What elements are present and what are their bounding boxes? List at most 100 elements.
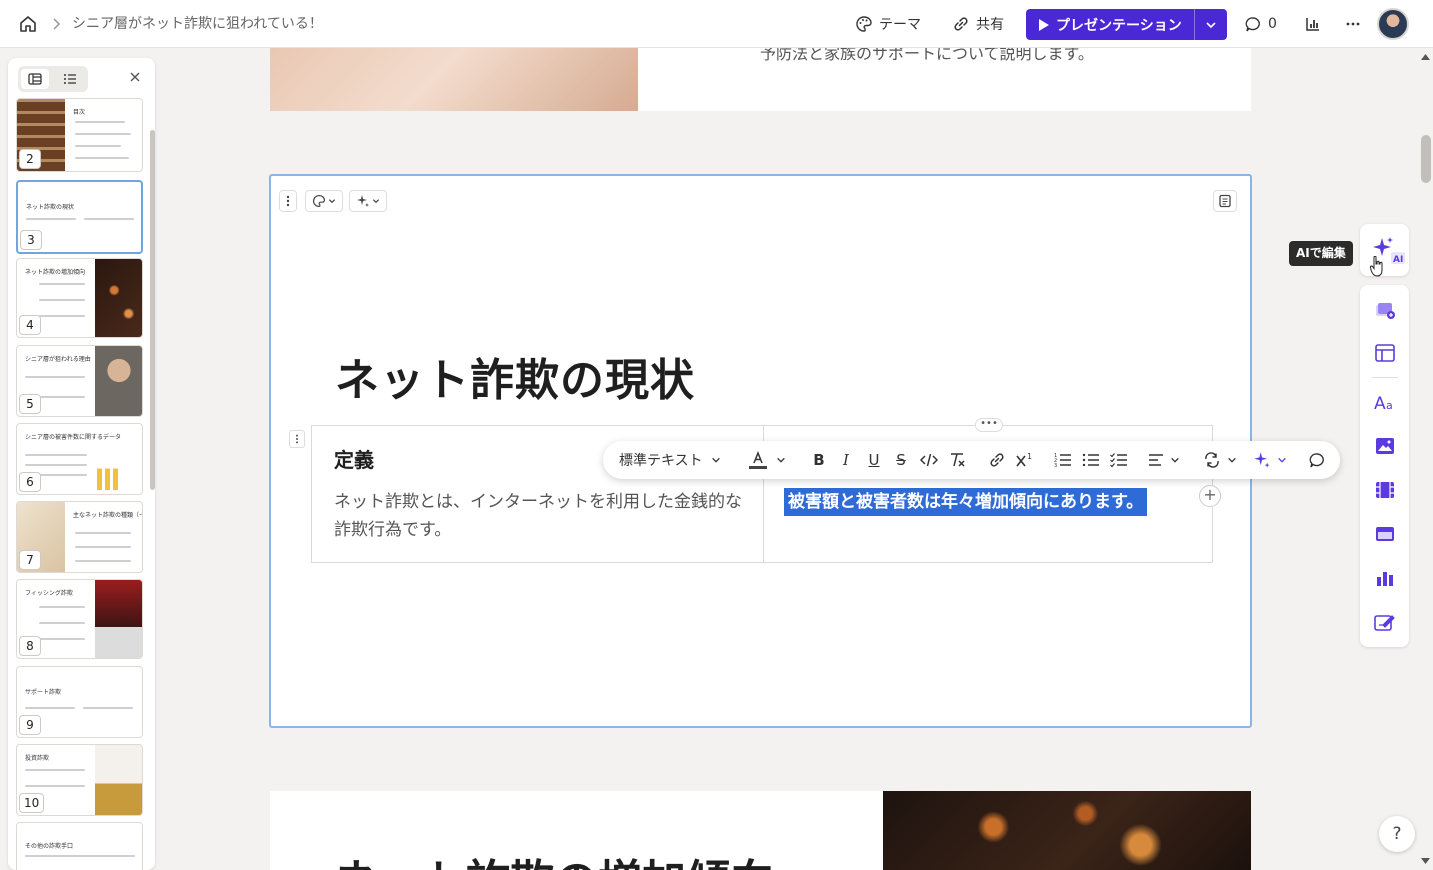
card-style-button[interactable] [305, 190, 343, 212]
present-button[interactable]: プレゼンテーション [1026, 9, 1194, 40]
convert-dropdown[interactable] [1201, 450, 1239, 470]
grid-view-button[interactable] [21, 69, 49, 89]
main-scrollbar[interactable] [1418, 48, 1433, 870]
cell-heading-definition[interactable]: 定義 [334, 444, 374, 473]
slide-title[interactable]: ネット詐欺の現状 [335, 344, 695, 408]
add-column-button[interactable]: + [1199, 485, 1221, 507]
chevron-down-icon [328, 199, 336, 204]
thumbnail-title: 投資詐欺 [25, 755, 50, 762]
close-panel-icon[interactable] [128, 69, 142, 83]
analytics-button[interactable] [1304, 12, 1322, 36]
slide-thumbnail-5[interactable]: シニア層が狙われる理由 5 [16, 345, 143, 417]
italic-icon[interactable]: I [837, 450, 855, 470]
thumbnail-title: フィッシング詐欺 [25, 590, 73, 597]
link-icon[interactable] [986, 450, 1008, 470]
present-options-button[interactable] [1194, 9, 1227, 40]
next-slide-title: ネット詐欺の増加傾向 [334, 845, 774, 870]
slide-number: 6 [19, 472, 41, 492]
chevron-down-icon [1171, 457, 1179, 463]
top-bar: シニア層がネット詐欺に狙われている！ テーマ 共有 プレゼンテーション 0 [0, 0, 1433, 48]
network-image [95, 259, 142, 337]
text-color-dropdown[interactable] [775, 450, 787, 470]
list-view-button[interactable] [56, 69, 84, 89]
card-ai-button[interactable] [349, 190, 387, 212]
svg-text:A: A [1374, 394, 1386, 412]
slide-number: 5 [19, 394, 41, 414]
comments-button[interactable]: 0 [1245, 12, 1277, 36]
cell-body-definition[interactable]: ネット詐欺とは、インターネットを利用した金銭的な詐欺行為です。 [334, 488, 744, 544]
palette-icon [856, 16, 872, 32]
chart-icon[interactable] [1374, 567, 1396, 589]
text-style-icon[interactable]: Aa [1374, 392, 1396, 414]
ai-edit-dropdown[interactable] [1251, 450, 1289, 470]
slide-number: 7 [19, 550, 41, 570]
bullet-list-icon[interactable] [1081, 450, 1101, 470]
text-format-toolbar: 標準テキスト B I U S 1 123 [603, 441, 1340, 479]
share-label: 共有 [976, 17, 1004, 33]
bold-icon[interactable]: B [810, 450, 828, 470]
more-vertical-icon [286, 195, 290, 207]
clear-format-icon[interactable] [947, 450, 967, 470]
svg-text:AI: AI [1393, 255, 1403, 265]
breadcrumb-title[interactable]: シニア層がネット詐欺に狙われている！ [72, 14, 323, 34]
column-handle[interactable]: ••• [975, 418, 1003, 432]
slide-thumbnail-4[interactable]: ネット詐欺の増加傾向 4 [16, 258, 143, 338]
link-icon [954, 17, 968, 31]
phishing-image [95, 580, 142, 658]
selected-text[interactable]: 被害額と被害者数は年々増加傾向にあります。 [784, 488, 1148, 516]
list-icon [64, 74, 76, 84]
block-handle[interactable] [289, 430, 305, 448]
slide-thumbnail-6[interactable]: シニア層の被害件数に関するデータ 6 [16, 423, 143, 495]
slide-number: 8 [19, 636, 41, 656]
comment-count: 0 [1268, 16, 1277, 32]
user-avatar[interactable] [1377, 8, 1409, 40]
next-slide[interactable]: ネット詐欺の増加傾向 [270, 791, 1251, 870]
text-style-label: 標準テキスト [619, 453, 703, 469]
align-dropdown[interactable] [1146, 450, 1182, 470]
superscript-icon[interactable]: 1 [1014, 450, 1036, 470]
ai-edit-button[interactable]: AI [1360, 224, 1409, 276]
scroll-thumb[interactable] [1421, 135, 1431, 183]
comment-icon [1245, 16, 1260, 31]
thumbnail-title: その他の詐欺手口 [25, 843, 74, 850]
theme-button[interactable]: テーマ [855, 12, 921, 36]
slide-thumbnail-11[interactable]: その他の詐欺手口 [16, 822, 143, 870]
home-icon[interactable] [18, 14, 38, 34]
checklist-icon[interactable] [1109, 450, 1129, 470]
slide-thumbnail-2[interactable]: 目次 2 [16, 98, 143, 172]
previous-slide[interactable]: 予防法と家族のサポートについて説明します。 [270, 44, 1251, 111]
slide-thumbnail-3[interactable]: ネット詐欺の現状 3 [16, 180, 143, 254]
slide-number: 9 [19, 715, 41, 735]
panel-scrollbar[interactable] [150, 130, 155, 490]
text-color-button[interactable] [747, 450, 769, 470]
present-button-group: プレゼンテーション [1026, 9, 1227, 40]
slide-thumbnail-10[interactable]: 投資詐欺 10 [16, 744, 143, 816]
comment-icon[interactable] [1306, 450, 1328, 470]
toolbar-divider [1372, 377, 1398, 378]
layout-icon[interactable] [1374, 342, 1396, 364]
video-icon[interactable] [1374, 479, 1396, 501]
slide-thumbnail-7[interactable]: 主なネット詐欺の種類（イントロ） 7 [16, 501, 143, 573]
numbered-list-icon[interactable]: 123 [1053, 450, 1073, 470]
slide-thumbnail-9[interactable]: サポート詐欺 9 [16, 666, 143, 738]
share-button[interactable]: 共有 [952, 12, 1004, 36]
embed-icon[interactable] [1374, 523, 1396, 545]
chevron-down-icon [777, 457, 785, 463]
card-menu-button[interactable] [279, 190, 297, 212]
add-card-icon[interactable] [1374, 299, 1396, 321]
chevron-down-icon [372, 199, 380, 204]
strikethrough-icon[interactable]: S [892, 450, 910, 470]
form-edit-icon[interactable] [1374, 611, 1396, 633]
thumbnail-title: ネット詐欺の現状 [26, 204, 75, 211]
image-icon[interactable] [1374, 435, 1396, 457]
align-left-icon [1149, 454, 1163, 466]
underline-icon[interactable]: U [865, 450, 883, 470]
slide-thumbnail-8[interactable]: フィッシング詐欺 8 [16, 579, 143, 659]
more-menu-button[interactable] [1344, 12, 1362, 36]
speaker-notes-button[interactable] [1213, 190, 1237, 212]
help-button[interactable]: ? [1379, 816, 1415, 852]
text-style-dropdown[interactable]: 標準テキスト [619, 450, 721, 470]
insert-toolbar: Aa [1360, 285, 1409, 647]
room-image [270, 48, 638, 111]
code-icon[interactable] [919, 450, 939, 470]
